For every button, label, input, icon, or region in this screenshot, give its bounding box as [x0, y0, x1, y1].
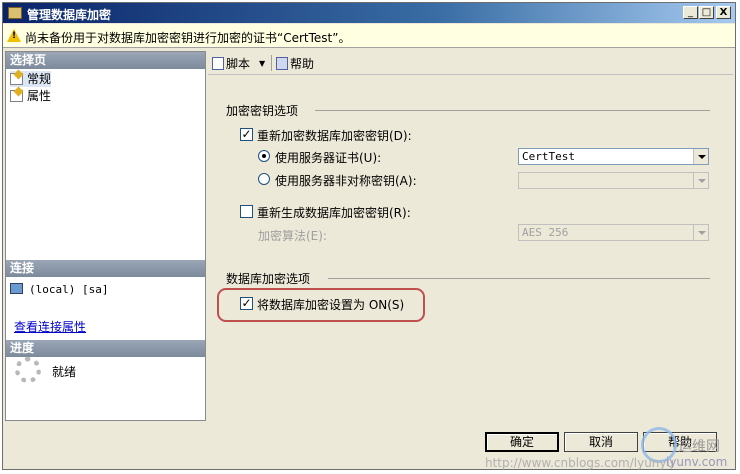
help-icon: [276, 57, 288, 70]
progress-header: 进度: [6, 340, 205, 357]
use-server-certificate-label: 使用服务器证书(U):: [275, 151, 382, 165]
maximize-button[interactable]: □: [699, 6, 714, 19]
algorithm-value: AES 256: [522, 226, 569, 239]
warning-icon: [7, 29, 21, 42]
db-encryption-options-title: 数据库加密选项: [226, 272, 311, 286]
cancel-button[interactable]: 取消: [564, 432, 638, 452]
select-page-header: 选择页: [6, 52, 205, 69]
reencrypt-checkbox[interactable]: ✓: [240, 128, 253, 141]
reencrypt-label: 重新加密数据库加密密钥(D):: [257, 129, 412, 143]
chevron-down-icon: [693, 225, 708, 240]
page-icon: [10, 90, 23, 102]
view-connection-properties-link[interactable]: 查看连接属性: [14, 318, 86, 335]
group-divider: [315, 110, 710, 111]
server-connection-icon: [10, 283, 23, 294]
use-server-certificate-radio[interactable]: [258, 150, 270, 162]
help-toolbar-button[interactable]: 帮助: [276, 55, 314, 72]
page-icon: [10, 73, 23, 85]
warning-bar: 尚未备份用于对数据库加密密钥进行加密的证书“CertTest”。: [3, 24, 735, 48]
connection-header: 连接: [6, 260, 205, 277]
minimize-button[interactable]: _: [683, 6, 698, 19]
regenerate-checkbox[interactable]: [240, 205, 253, 218]
set-encryption-on-label: 将数据库加密设置为 ON(S): [257, 298, 405, 312]
group-divider: [328, 278, 710, 279]
sidebar-item-label: 属性: [27, 89, 52, 103]
toolbar-separator: [271, 55, 272, 71]
watermark-brand: 运维网: [678, 439, 720, 455]
algorithm-label: 加密算法(E):: [258, 229, 327, 243]
chevron-down-icon[interactable]: [693, 149, 708, 164]
progress-status: 就绪: [52, 365, 77, 379]
database-icon: [8, 7, 22, 19]
server-certificate-select[interactable]: CertTest: [518, 148, 709, 165]
encryption-key-options-title: 加密密钥选项: [226, 104, 299, 118]
server-certificate-value: CertTest: [522, 150, 575, 163]
script-button[interactable]: 脚本: [212, 55, 250, 72]
regenerate-label: 重新生成数据库加密密钥(R):: [257, 206, 411, 220]
window-title: 管理数据库加密: [27, 8, 112, 22]
algorithm-select[interactable]: AES 256: [518, 224, 709, 241]
use-asymmetric-key-label: 使用服务器非对称密钥(A):: [275, 174, 417, 188]
title-bar[interactable]: 管理数据库加密 _ □ X: [3, 3, 735, 23]
asymmetric-key-select[interactable]: [518, 172, 709, 189]
ok-button[interactable]: 确定: [485, 432, 559, 452]
watermark-site: http://www.cnblogs.com/lyunyu: [485, 456, 675, 470]
sidebar-item-properties[interactable]: 属性: [10, 88, 51, 104]
use-asymmetric-key-radio[interactable]: [258, 173, 270, 185]
toolbar: 脚本 ▼ 帮助: [208, 51, 733, 75]
script-label: 脚本: [226, 57, 251, 71]
script-dropdown-arrow[interactable]: ▼: [259, 59, 265, 68]
left-pane: 选择页 常规 属性 连接 (local) [sa] 查看连接属性 进度 就绪: [5, 51, 206, 421]
set-encryption-on-checkbox[interactable]: ✓: [240, 297, 253, 310]
script-icon: [212, 57, 224, 70]
chevron-down-icon: [693, 173, 708, 188]
watermark-domain: iyunv.com: [666, 455, 728, 469]
connection-value: (local) [sa]: [29, 283, 109, 296]
close-button[interactable]: X: [716, 6, 731, 19]
sidebar-item-label: 常规: [27, 72, 52, 86]
connection-info: (local) [sa]: [10, 281, 108, 297]
progress-spinner-icon: [15, 357, 41, 383]
sidebar-item-general[interactable]: 常规: [10, 71, 52, 87]
help-label: 帮助: [290, 57, 315, 71]
warning-text: 尚未备份用于对数据库加密密钥进行加密的证书“CertTest”。: [25, 31, 351, 45]
